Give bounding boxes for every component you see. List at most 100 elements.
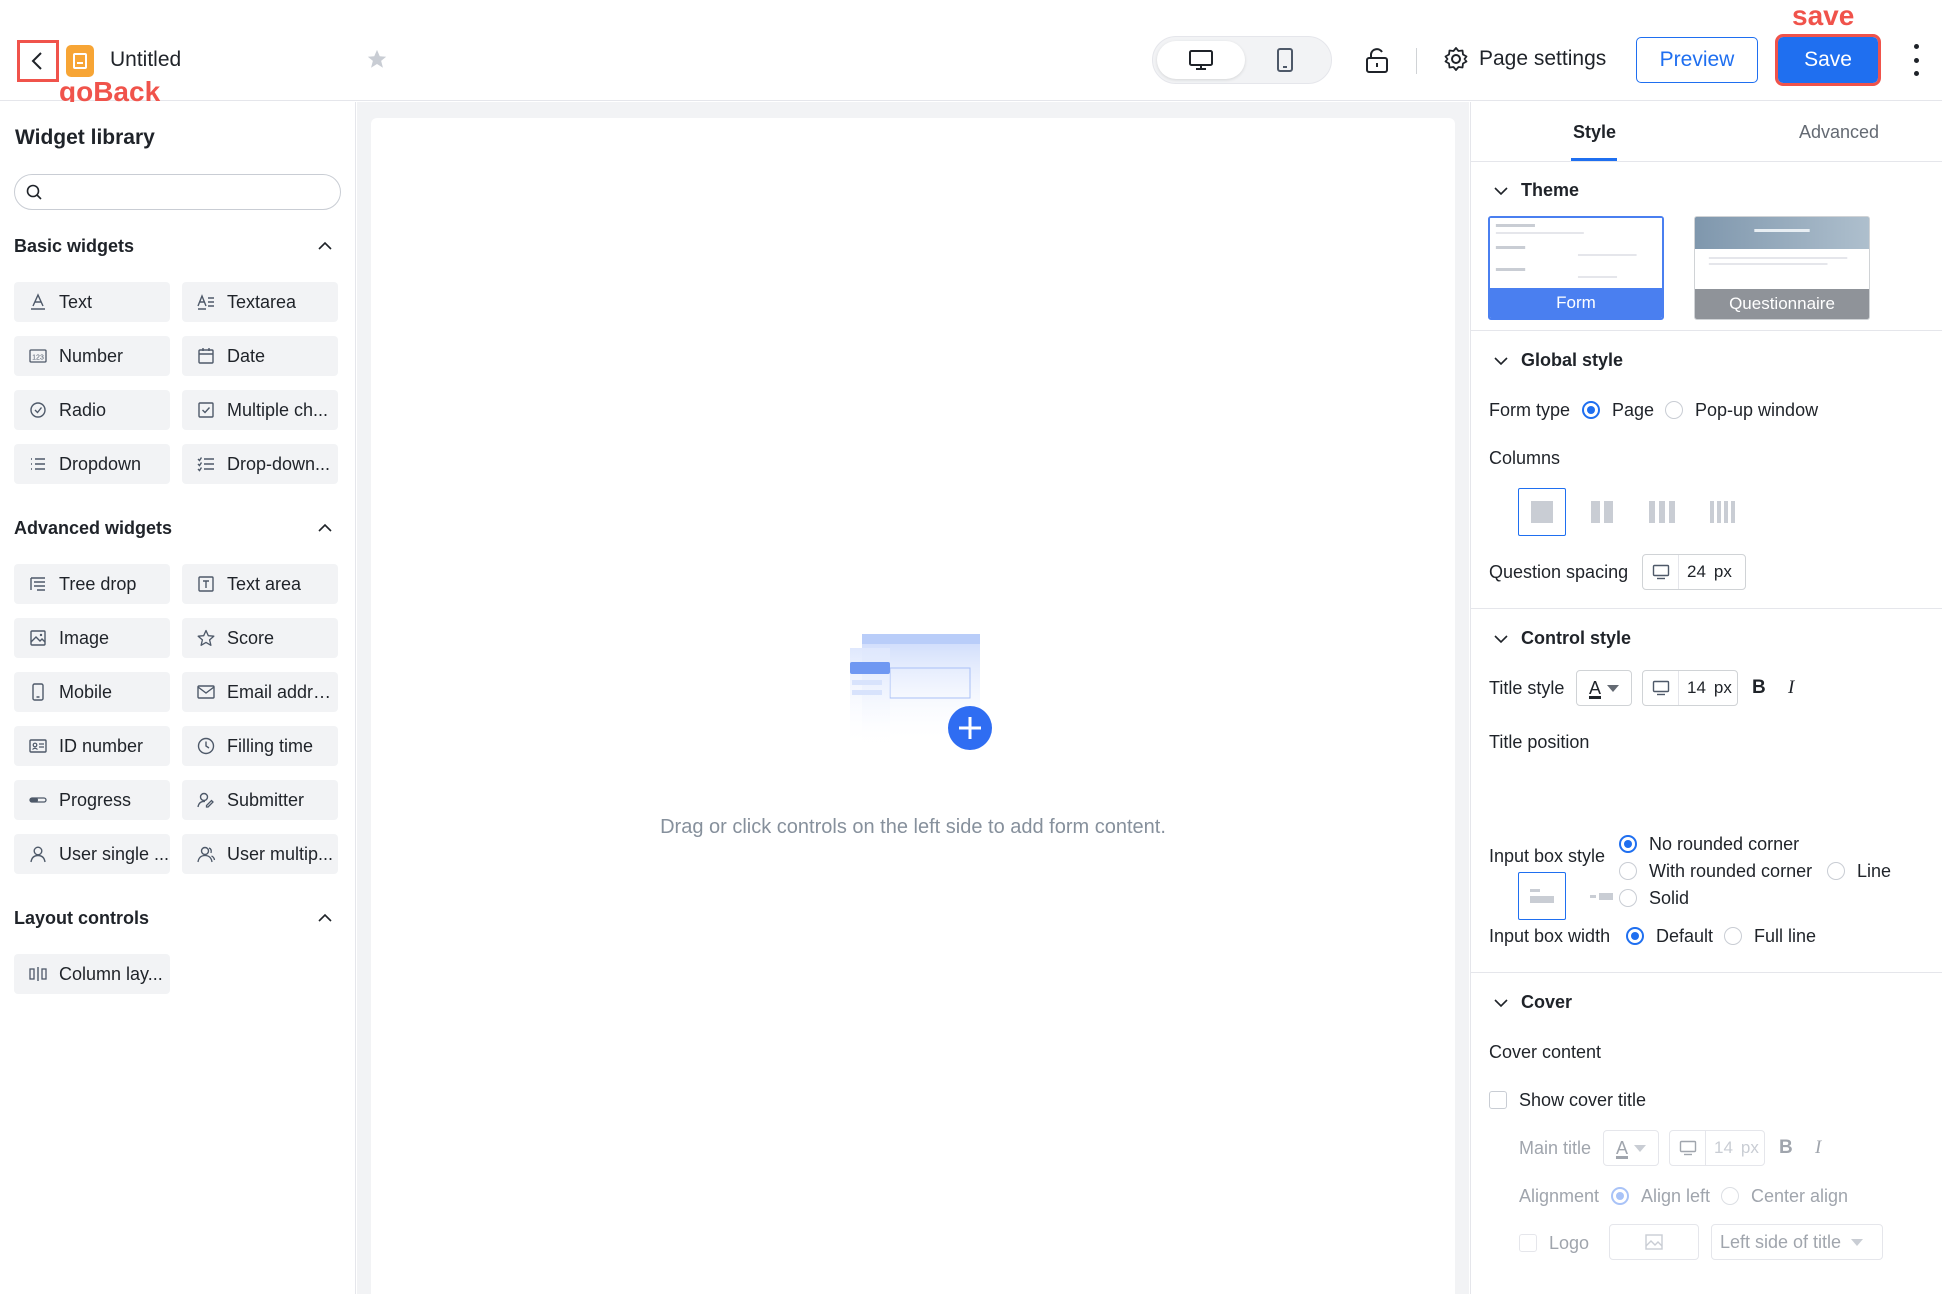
star-icon[interactable] [366, 48, 388, 70]
chevron-down-icon [1494, 356, 1508, 365]
title-position-top-option[interactable] [1518, 872, 1566, 920]
form-canvas[interactable]: Drag or click controls on the left side … [371, 118, 1455, 1294]
caret-down-icon [1851, 1238, 1864, 1246]
widget-text[interactable]: Text [14, 282, 170, 322]
main-title-label: Main title [1519, 1138, 1592, 1158]
section-global-style[interactable]: Global style [1493, 350, 1623, 371]
main-title-color-picker[interactable]: A [1603, 1130, 1659, 1166]
widget-textarea[interactable]: Textarea [182, 282, 338, 322]
widget-user-single[interactable]: User single ... [14, 834, 170, 874]
section-layout-controls[interactable]: Layout controls [14, 903, 344, 933]
page-settings-button[interactable]: Page settings [1443, 46, 1606, 72]
widget-mobile[interactable]: Mobile [14, 672, 170, 712]
title-color-picker[interactable]: A [1576, 670, 1632, 706]
widget-tree-drop[interactable]: Tree drop [14, 564, 170, 604]
mobile-icon [1277, 48, 1293, 72]
chevron-up-icon [318, 241, 332, 250]
widget-user-multiple[interactable]: User multip... [182, 834, 338, 874]
main-title-italic-button[interactable]: I [1815, 1137, 1821, 1159]
widget-dropdown-multi[interactable]: Drop-down... [182, 444, 338, 484]
title-font-size-input[interactable]: 14 px [1642, 670, 1738, 706]
canvas-area: Drag or click controls on the left side … [357, 102, 1469, 1294]
columns-4-option[interactable] [1698, 488, 1746, 536]
columns-3-option[interactable] [1638, 488, 1686, 536]
section-control-style[interactable]: Control style [1493, 628, 1631, 649]
widget-image[interactable]: Image [14, 618, 170, 658]
section-advanced-widgets[interactable]: Advanced widgets [14, 513, 344, 543]
section-theme[interactable]: Theme [1493, 180, 1579, 201]
input-style-no-rounded-radio[interactable] [1619, 835, 1637, 853]
columns-1-option[interactable] [1518, 488, 1566, 536]
form-type-label: Form type [1489, 400, 1571, 420]
chevron-up-icon [318, 523, 332, 532]
preview-button[interactable]: Preview [1636, 37, 1758, 83]
chevron-down-icon [1494, 186, 1508, 195]
divider [1471, 972, 1942, 973]
input-style-line-radio[interactable] [1827, 862, 1845, 880]
question-spacing-input[interactable]: 24 px [1642, 554, 1746, 590]
tab-style[interactable]: Style [1573, 122, 1616, 143]
columns-icon [29, 967, 47, 981]
input-style-solid-radio[interactable] [1619, 889, 1637, 907]
main-title-size-input[interactable]: 14 px [1669, 1130, 1765, 1166]
widget-number[interactable]: 123 Number [14, 336, 170, 376]
align-left-radio[interactable] [1611, 1187, 1629, 1205]
unlock-icon[interactable] [1364, 46, 1390, 74]
bold-button[interactable]: B [1752, 677, 1766, 699]
logo-upload-box[interactable] [1609, 1224, 1699, 1260]
document-title[interactable]: Untitled [110, 48, 181, 72]
theme-option-questionnaire[interactable]: Questionnaire [1694, 216, 1870, 320]
input-width-default-radio[interactable] [1626, 927, 1644, 945]
divider [1416, 48, 1417, 74]
section-basic-widgets[interactable]: Basic widgets [14, 231, 344, 261]
widget-email[interactable]: Email addre... [182, 672, 338, 712]
tab-advanced[interactable]: Advanced [1799, 122, 1879, 143]
form-type-page-radio[interactable] [1582, 401, 1600, 419]
chevron-down-icon [1494, 634, 1508, 643]
widget-column-layout[interactable]: Column lay... [14, 954, 170, 994]
section-cover[interactable]: Cover [1493, 992, 1572, 1013]
theme-option-form[interactable]: Form [1488, 216, 1664, 320]
logo-checkbox[interactable] [1519, 1234, 1537, 1252]
save-button[interactable]: Save [1775, 34, 1881, 86]
chevron-left-icon [31, 52, 42, 70]
widget-search-box[interactable] [14, 174, 341, 210]
font-color-letter: A [1588, 677, 1601, 698]
more-options-button[interactable] [1908, 44, 1924, 76]
logo-position-select[interactable]: Left side of title [1711, 1224, 1883, 1260]
tree-icon [30, 577, 45, 591]
input-style-rounded-label: With rounded corner [1649, 861, 1813, 881]
widget-search-input[interactable] [51, 179, 331, 205]
main-title-bold-button[interactable]: B [1779, 1137, 1793, 1159]
input-width-full-radio[interactable] [1724, 927, 1742, 945]
text-box-icon [198, 576, 214, 592]
widget-submitter[interactable]: Submitter [182, 780, 338, 820]
input-style-rounded-radio[interactable] [1619, 862, 1637, 880]
form-type-popup-label: Pop-up window [1695, 400, 1819, 420]
form-type-popup-radio[interactable] [1665, 401, 1683, 419]
device-switch [1152, 36, 1332, 84]
widget-dropdown[interactable]: Dropdown [14, 444, 170, 484]
checkbox-icon [198, 402, 214, 418]
show-cover-title-checkbox[interactable] [1489, 1091, 1507, 1109]
theme-caption: Questionnaire [1695, 289, 1869, 319]
mail-icon [197, 685, 215, 699]
widget-score[interactable]: Score [182, 618, 338, 658]
center-align-radio[interactable] [1721, 1187, 1739, 1205]
widget-date[interactable]: Date [182, 336, 338, 376]
widget-radio[interactable]: Radio [14, 390, 170, 430]
widget-multiple-choice[interactable]: Multiple ch... [182, 390, 338, 430]
widget-text-area[interactable]: Text area [182, 564, 338, 604]
go-back-button[interactable] [17, 40, 59, 82]
list-icon [31, 458, 45, 470]
italic-button[interactable]: I [1788, 677, 1794, 699]
image-placeholder-icon [1645, 1234, 1663, 1250]
columns-2-option[interactable] [1578, 488, 1626, 536]
form-app-logo-icon [66, 45, 94, 77]
caret-down-icon [1607, 684, 1619, 692]
widget-filling-time[interactable]: Filling time [182, 726, 338, 766]
widget-progress[interactable]: Progress [14, 780, 170, 820]
desktop-view-button[interactable] [1157, 41, 1245, 79]
mobile-view-button[interactable] [1241, 41, 1329, 79]
widget-id-number[interactable]: ID number [14, 726, 170, 766]
